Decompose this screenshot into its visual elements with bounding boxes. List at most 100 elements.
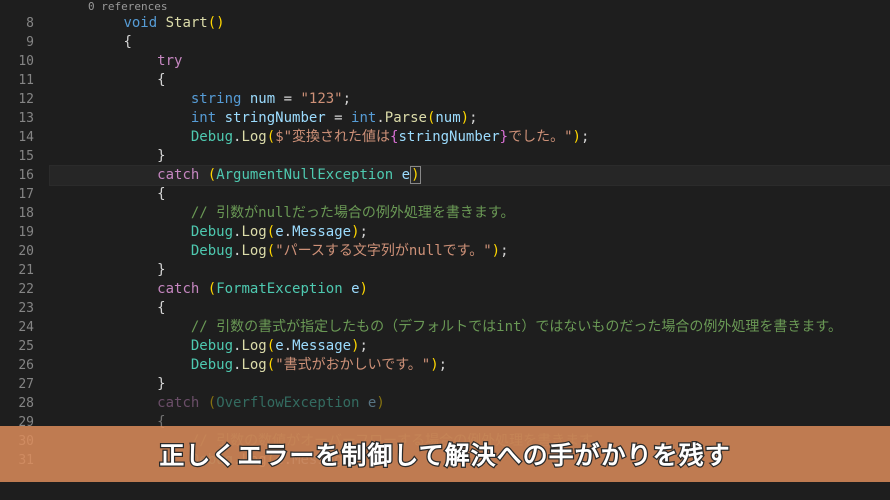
token: }: [157, 376, 165, 392]
token: // 引数がnullだった場合の例外処理を書きます。: [191, 205, 515, 221]
token: ): [360, 281, 368, 297]
token: Start: [166, 15, 208, 31]
indent: [56, 262, 157, 278]
code-line[interactable]: try: [50, 52, 890, 71]
token: (: [267, 243, 275, 259]
token: (: [267, 338, 275, 354]
token: (: [267, 224, 275, 240]
code-lens-spacer: [0, 0, 38, 14]
token: Parse: [385, 110, 427, 126]
token: [157, 15, 165, 31]
token: e: [275, 224, 283, 240]
indent: [56, 300, 157, 316]
code-line[interactable]: void Start(): [50, 14, 890, 33]
token: "書式がおかしいです。": [275, 357, 430, 373]
line-number: 21: [0, 261, 34, 280]
line-number: 15: [0, 147, 34, 166]
code-editor[interactable]: 8910111213141516171819202122232425262728…: [0, 0, 890, 500]
token: stringNumber: [225, 110, 326, 126]
token: ): [430, 357, 438, 373]
token: Log: [241, 357, 266, 373]
code-area[interactable]: 0 references void Start() { try { string…: [50, 0, 890, 500]
token: .: [284, 224, 292, 240]
indent: [56, 281, 157, 297]
token: (: [208, 167, 216, 183]
token: Debug: [191, 338, 233, 354]
code-line[interactable]: catch (OverflowException e): [50, 394, 890, 413]
token: {: [157, 72, 165, 88]
token: e: [275, 338, 283, 354]
code-line[interactable]: // 引数の書式が指定したもの（デフォルトではint）ではないものだった場合の例…: [50, 318, 890, 337]
line-number: 10: [0, 52, 34, 71]
indent: [56, 357, 191, 373]
token: .: [376, 110, 384, 126]
line-number: 13: [0, 109, 34, 128]
code-lens[interactable]: 0 references: [50, 0, 890, 14]
token: =: [326, 110, 351, 126]
token: {: [157, 300, 165, 316]
code-line[interactable]: Debug.Log($"変換された値は{stringNumber}でした。");: [50, 128, 890, 147]
code-line[interactable]: Debug.Log(e.Message);: [50, 223, 890, 242]
token: {: [123, 34, 131, 50]
indent: [56, 91, 191, 107]
token: [393, 167, 401, 183]
code-line[interactable]: }: [50, 375, 890, 394]
indent: [56, 243, 191, 259]
code-line[interactable]: Debug.Log(e.Message);: [50, 337, 890, 356]
code-line[interactable]: int stringNumber = int.Parse(num);: [50, 109, 890, 128]
code-line[interactable]: catch (FormatException e): [50, 280, 890, 299]
token: void: [123, 15, 157, 31]
token: [241, 91, 249, 107]
indent: [56, 186, 157, 202]
token: [216, 110, 224, 126]
line-number: 22: [0, 280, 34, 299]
token: Log: [241, 338, 266, 354]
code-line[interactable]: {: [50, 299, 890, 318]
indent: [56, 148, 157, 164]
token: ): [376, 395, 384, 411]
line-number: 23: [0, 299, 34, 318]
code-line[interactable]: {: [50, 33, 890, 52]
token: ;: [360, 338, 368, 354]
token: (: [208, 281, 216, 297]
token: int: [191, 110, 216, 126]
code-line[interactable]: string num = "123";: [50, 90, 890, 109]
token: }: [157, 148, 165, 164]
code-line[interactable]: catch (ArgumentNullException e): [50, 166, 890, 185]
token: (): [208, 15, 225, 31]
code-line[interactable]: {: [50, 185, 890, 204]
indent: [56, 53, 157, 69]
code-line[interactable]: Debug.Log("書式がおかしいです。");: [50, 356, 890, 375]
line-number: 20: [0, 242, 34, 261]
indent: [56, 224, 191, 240]
code-line[interactable]: {: [50, 71, 890, 90]
code-line[interactable]: }: [50, 147, 890, 166]
token: ): [461, 110, 469, 126]
token: num: [250, 91, 275, 107]
token: でした。": [508, 129, 572, 145]
token: ): [351, 338, 359, 354]
token: {: [157, 186, 165, 202]
token: catch: [157, 167, 199, 183]
line-number: 16: [0, 166, 34, 185]
line-number: 17: [0, 185, 34, 204]
indent: [56, 72, 157, 88]
token: (: [208, 395, 216, 411]
code-line[interactable]: }: [50, 261, 890, 280]
token: e: [351, 281, 359, 297]
indent: [56, 110, 191, 126]
line-number: 19: [0, 223, 34, 242]
token: ;: [500, 243, 508, 259]
code-line[interactable]: // 引数がnullだった場合の例外処理を書きます。: [50, 204, 890, 223]
token: Debug: [191, 243, 233, 259]
code-line[interactable]: Debug.Log("パースする文字列がnullです。");: [50, 242, 890, 261]
token: ): [573, 129, 581, 145]
token: string: [191, 91, 242, 107]
indent: [56, 338, 191, 354]
token: int: [351, 110, 376, 126]
indent: [56, 376, 157, 392]
token: Log: [241, 129, 266, 145]
line-number: 18: [0, 204, 34, 223]
token: ;: [581, 129, 589, 145]
token: catch: [157, 395, 199, 411]
